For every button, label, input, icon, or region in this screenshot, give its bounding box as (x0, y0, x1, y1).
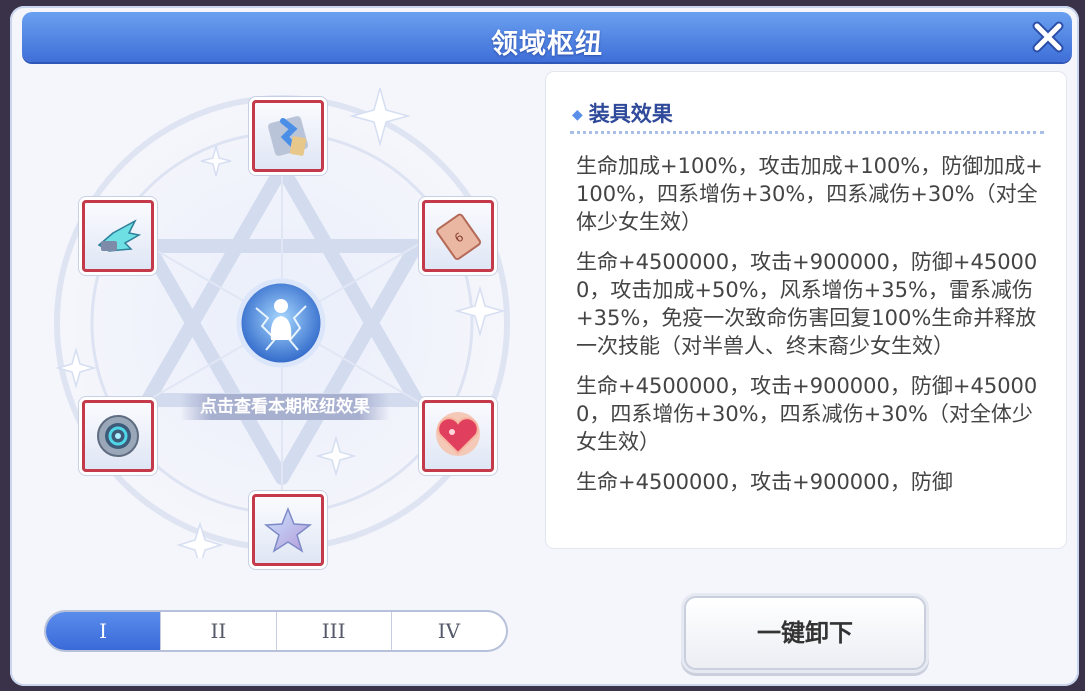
card-icon: 6 (436, 213, 482, 260)
equip-slot-top[interactable] (252, 100, 324, 172)
tab-period-2[interactable]: II (160, 612, 275, 650)
tab-period-3[interactable]: III (275, 612, 391, 650)
effect-item: 生命+4500000，攻击+900000，防御 (576, 470, 953, 494)
hub-core-button[interactable] (236, 278, 326, 368)
star-crystal-icon (263, 506, 313, 553)
effects-list: 生命加成+100%，攻击加成+100%，防御加成+100%，四系增伤+30%，四… (576, 152, 1046, 508)
effect-item: 生命加成+100%，攻击加成+100%，防御加成+100%，四系增伤+30%，四… (576, 154, 1043, 234)
heart-gem-icon (436, 412, 480, 456)
panel-title: 装具效果 (588, 102, 673, 126)
diamond-icon: ◆ (572, 107, 583, 123)
effect-item: 生命+4500000，攻击+900000，防御+450000，攻击加成+50%，… (576, 250, 1038, 358)
unequip-all-button[interactable]: 一键卸下 (686, 598, 924, 668)
close-button[interactable] (1028, 17, 1068, 57)
equip-slot-upper-right[interactable]: 6 (422, 200, 494, 272)
effect-item: 生命+4500000，攻击+900000，防御+450000，四系增伤+30%，… (576, 374, 1038, 454)
equip-slot-bottom[interactable] (252, 494, 324, 566)
tab-period-1[interactable]: I (46, 612, 161, 650)
hub-emblem: 6 点击查看本期枢纽效果 (50, 88, 510, 566)
equip-slot-upper-left[interactable] (82, 200, 154, 272)
equip-slot-lower-left[interactable] (82, 400, 154, 472)
equipment-effects-panel[interactable]: ◆ 装具效果 生命加成+100%，攻击加成+100%，防御加成+100%，四系增伤… (546, 72, 1066, 548)
close-icon (1032, 21, 1064, 53)
hub-effect-hint[interactable]: 点击查看本期枢纽效果 (180, 394, 390, 420)
equip-slot-lower-right[interactable] (422, 400, 494, 472)
puzzle-piece-icon (268, 116, 308, 156)
period-tabs: I II III IV (46, 612, 506, 650)
domain-hub-dialog: 领域枢纽 6 点击查看本期枢纽效果 I II III IV ◆ 装具效果 生命加… (10, 6, 1079, 686)
panel-header: ◆ 装具效果 (572, 98, 673, 128)
shield-disc-icon (97, 415, 139, 457)
wing-icon (97, 219, 142, 252)
lightning-figure-icon (236, 278, 326, 368)
header-divider (570, 131, 1044, 134)
title-bar: 领域枢纽 (22, 12, 1072, 62)
tab-period-4[interactable]: IV (390, 612, 506, 650)
dialog-title: 领域枢纽 (491, 29, 603, 60)
